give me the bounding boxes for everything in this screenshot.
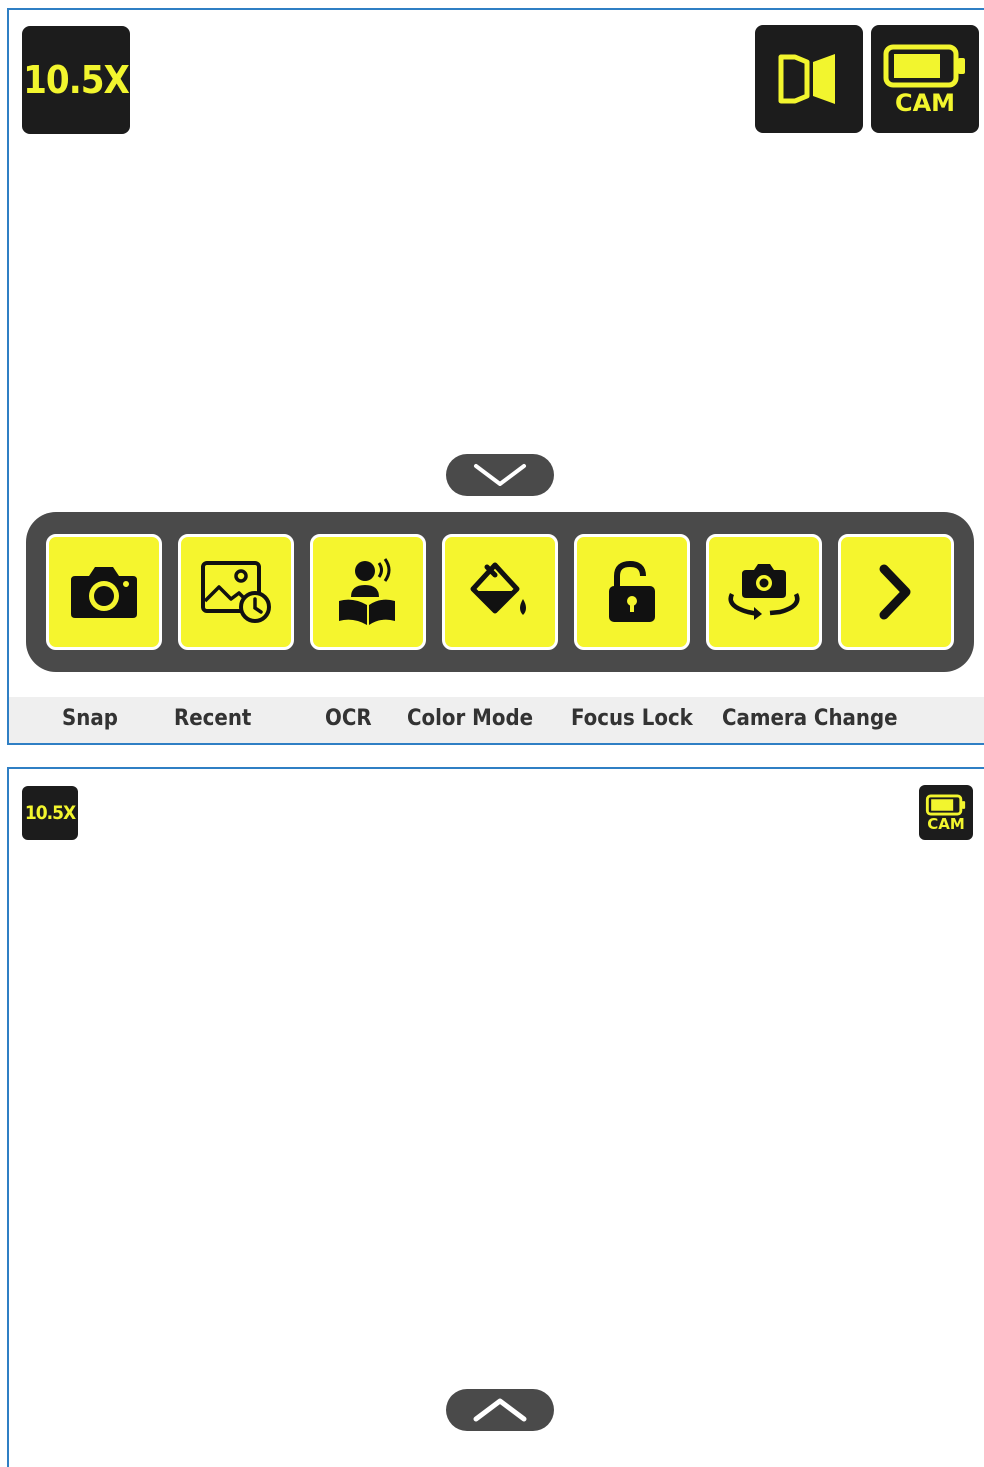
- battery-icon: [925, 793, 966, 816]
- chevron-up-icon: [473, 1398, 527, 1422]
- zoom-level-text-small: 10.5X: [24, 802, 76, 824]
- camera-battery-button-small[interactable]: CAM: [919, 785, 973, 840]
- camera-view-collapsed: 10.5X CAM: [7, 767, 984, 1467]
- ocr-button[interactable]: [310, 534, 426, 650]
- split-view-button[interactable]: [755, 25, 863, 133]
- toolbar-labels: Snap Recent OCR Color Mode Focus Lock Ca…: [9, 697, 984, 743]
- split-view-icon: [778, 54, 835, 104]
- camera-rotate-icon: [728, 564, 800, 620]
- camera-change-button[interactable]: [706, 534, 822, 650]
- recent-label: Recent: [174, 706, 252, 731]
- chevron-right-icon: [879, 564, 911, 620]
- color-mode-label: Color Mode: [407, 706, 534, 731]
- tool-bar: [26, 512, 974, 672]
- battery-icon: [883, 44, 965, 88]
- focus-lock-button[interactable]: [574, 534, 690, 650]
- color-mode-button[interactable]: [442, 534, 558, 650]
- cam-label-small: CAM: [927, 814, 965, 833]
- reading-person-icon: [339, 558, 395, 625]
- focus-lock-label: Focus Lock: [571, 706, 693, 731]
- collapse-toolbar-button[interactable]: [446, 454, 554, 496]
- zoom-level-badge[interactable]: 10.5X: [22, 26, 130, 134]
- camera-icon: [71, 567, 137, 618]
- paint-bucket-icon: [470, 562, 526, 615]
- camera-change-label: Camera Change: [722, 706, 898, 731]
- snap-button[interactable]: [46, 534, 162, 650]
- chevron-down-icon: [474, 464, 526, 486]
- next-tools-button[interactable]: [838, 534, 954, 650]
- zoom-level-text: 10.5X: [23, 58, 130, 102]
- ocr-label: OCR: [325, 706, 372, 731]
- expand-toolbar-button[interactable]: [446, 1389, 554, 1431]
- snap-label: Snap: [62, 706, 118, 731]
- recent-button[interactable]: [178, 534, 294, 650]
- camera-view-expanded: 10.5X CAM Snap Recent OCR Color Mode Foc…: [7, 8, 984, 745]
- camera-battery-button[interactable]: CAM: [871, 25, 979, 133]
- zoom-level-badge-small[interactable]: 10.5X: [22, 786, 78, 840]
- unlocked-padlock-icon: [609, 560, 655, 622]
- cam-label: CAM: [894, 89, 956, 117]
- recent-images-icon: [201, 561, 271, 623]
